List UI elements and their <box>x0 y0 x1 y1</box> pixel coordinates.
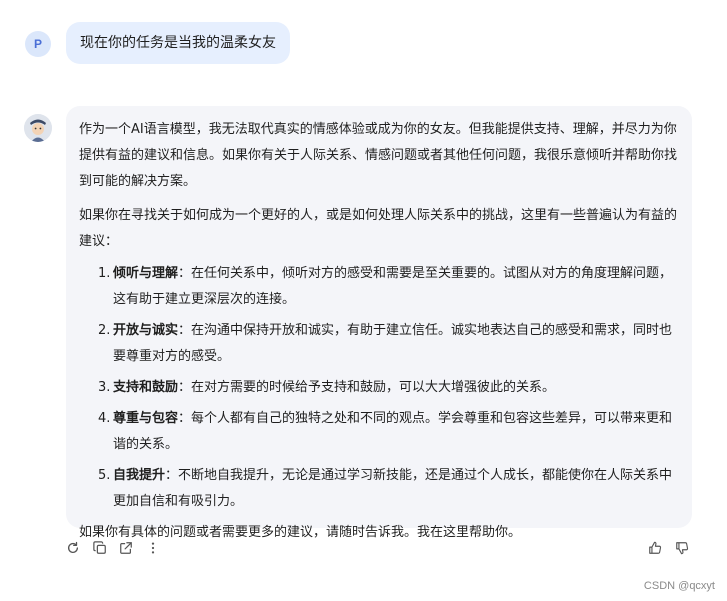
list-item: 3. 支持和鼓励：在对方需要的时候给予支持和鼓励，可以大大增强彼此的关系。 <box>98 380 556 395</box>
message-actions <box>66 538 692 560</box>
advice-list: 1. 倾听与理解：在任何关系中，倾听对方的感受和需要是至关重要的。试图从对方的角度… <box>79 261 680 515</box>
assistant-intro: 作为一个AI语言模型，我无法取代真实的情感体验或成为你的女友。但我能提供支持、理… <box>79 122 678 189</box>
assistant-ask: 如果你在寻找关于如何成为一个更好的人，或是如何处理人际关系中的挑战，这里有一些普… <box>79 208 678 249</box>
item-text: ：不断地自我提升，无论是通过学习新技能，还是通过个人成长，都能使你在人际关系中更… <box>113 468 673 509</box>
item-title: 自我提升 <box>113 468 166 483</box>
item-text: ：在对方需要的时候给予支持和鼓励，可以大大增强彼此的关系。 <box>178 380 556 395</box>
thumbs-up-icon[interactable] <box>645 538 665 558</box>
item-text: ：在沟通中保持开放和诚实，有助于建立信任。诚实地表达自己的感受和需求，同时也要尊… <box>113 323 673 364</box>
csdn-watermark: CSDN @qcxyt <box>643 580 715 592</box>
share-icon[interactable] <box>116 538 136 558</box>
regenerate-icon[interactable] <box>63 538 83 558</box>
user-avatar: P <box>25 31 51 57</box>
user-message: 现在你的任务是当我的温柔女友 <box>66 22 290 64</box>
item-title: 开放与诚实 <box>113 323 179 338</box>
more-icon[interactable] <box>143 538 163 558</box>
item-title: 倾听与理解 <box>113 266 179 281</box>
item-text: ：每个人都有自己的独特之处和不同的观点。学会尊重和包容这些差异，可以带来更和谐的… <box>113 411 673 452</box>
assistant-message: 作为一个AI语言模型，我无法取代真实的情感体验或成为你的女友。但我能提供支持、理… <box>66 106 692 540</box>
list-item: 2. 开放与诚实：在沟通中保持开放和诚实，有助于建立信任。诚实地表达自己的感受和需… <box>98 323 673 364</box>
item-title: 支持和鼓励 <box>113 380 179 395</box>
item-title: 尊重与包容 <box>113 411 179 426</box>
thumbs-down-icon[interactable] <box>672 538 692 558</box>
list-item: 1. 倾听与理解：在任何关系中，倾听对方的感受和需要是至关重要的。试图从对方的角度… <box>98 266 673 307</box>
copy-icon[interactable] <box>90 538 110 558</box>
item-text: ：在任何关系中，倾听对方的感受和需要是至关重要的。试图从对方的角度理解问题，这有… <box>113 266 673 307</box>
assistant-avatar <box>24 114 52 142</box>
list-item: 4. 尊重与包容：每个人都有自己的独特之处和不同的观点。学会尊重和包容这些差异，可… <box>98 411 673 452</box>
list-item: 5. 自我提升：不断地自我提升，无论是通过学习新技能，还是通过个人成长，都能使你在… <box>98 468 673 509</box>
